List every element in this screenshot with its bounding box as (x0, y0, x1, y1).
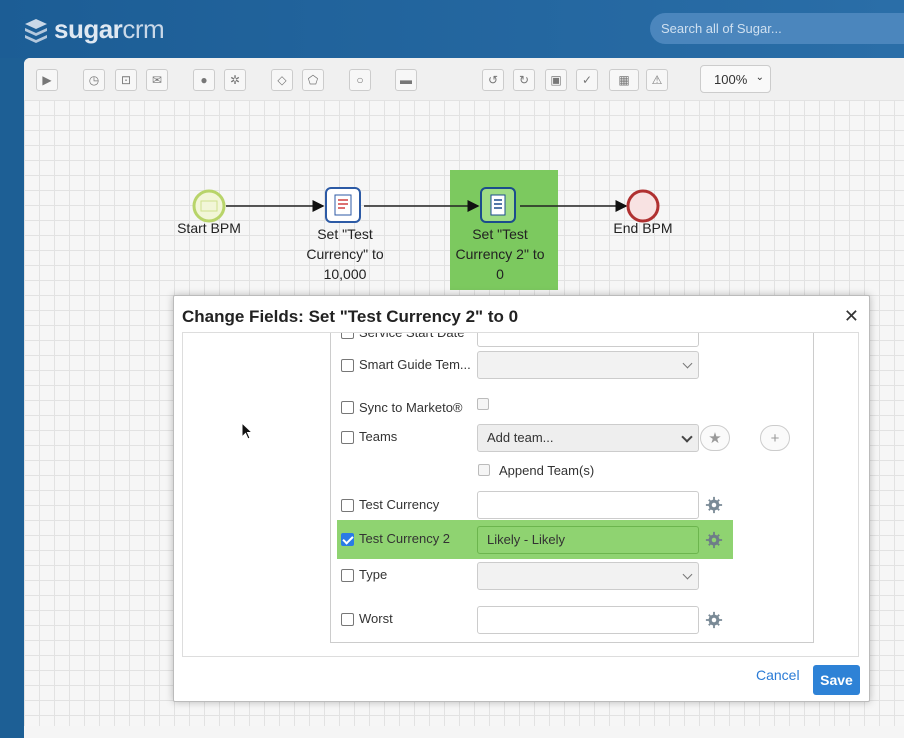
type-checkbox[interactable] (341, 569, 354, 582)
worst-input[interactable] (477, 606, 699, 634)
field-row-service-start: Service Start Date (331, 332, 815, 347)
field-row-smart-guide: Smart Guide Tem... (331, 351, 815, 379)
gear-icon[interactable] (705, 496, 723, 514)
type-label: Type (359, 567, 388, 582)
sync-marketo-value-checkbox[interactable] (477, 398, 489, 410)
task1-label-line3: 10,000 (323, 266, 367, 282)
end-event-label: End BPM (613, 220, 673, 236)
task2-label-line1: Set "Test (472, 226, 528, 242)
sync-marketo-checkbox[interactable] (341, 401, 354, 414)
task2-label: Set "Test Currency 2" to 0 (445, 224, 555, 284)
task1-label: Set "Test Currency" to 10,000 (290, 224, 400, 284)
test-currency-input[interactable] (477, 491, 699, 519)
fields-form[interactable]: Service Start Date Smart Guide Tem... Sy… (330, 332, 815, 643)
task1-label-line1: Set "Test (317, 226, 373, 242)
chevron-down-icon (682, 358, 693, 369)
task2-label-line2: Currency 2" to (455, 246, 545, 262)
field-row-teams: Teams Add team... ★ + (331, 423, 815, 453)
field-row-worst: Worst (331, 606, 815, 634)
sync-marketo-label: Sync to Marketo® (359, 400, 463, 415)
append-teams-label: Append Team(s) (499, 463, 595, 478)
gear-icon[interactable] (705, 531, 723, 549)
close-icon[interactable]: ✕ (844, 306, 859, 327)
change-field-task-2-icon[interactable] (480, 187, 516, 223)
teams-checkbox[interactable] (341, 431, 354, 444)
change-fields-modal: Change Fields: Set "Test Currency 2" to … (173, 295, 870, 702)
add-team-button[interactable]: + (760, 425, 790, 451)
field-row-type: Type (331, 562, 815, 590)
smart-guide-label: Smart Guide Tem... (359, 357, 471, 372)
test-currency-2-input[interactable]: Likely - Likely (477, 526, 699, 554)
smart-guide-checkbox[interactable] (341, 359, 354, 372)
test-currency-2-label: Test Currency 2 (359, 531, 451, 546)
save-button[interactable]: Save (813, 665, 860, 695)
teams-select[interactable]: Add team... (477, 424, 699, 452)
chevron-down-icon (681, 431, 693, 443)
test-currency-checkbox[interactable] (341, 499, 354, 512)
field-row-sync-marketo: Sync to Marketo® (331, 395, 815, 419)
cancel-button[interactable]: Cancel (756, 667, 800, 683)
test-currency-label: Test Currency (359, 497, 440, 512)
type-select[interactable] (477, 562, 699, 590)
modal-body[interactable]: Service Start Date Smart Guide Tem... Sy… (182, 332, 859, 657)
primary-team-star-icon[interactable]: ★ (700, 425, 730, 451)
field-row-append-teams: Append Team(s) (331, 461, 815, 481)
task2-label-line3: 0 (496, 266, 504, 282)
field-row-test-currency-2: Test Currency 2 Likely - Likely (331, 526, 815, 554)
start-event-label: Start BPM (177, 220, 241, 236)
teams-label: Teams (359, 429, 398, 444)
modal-title: Change Fields: Set "Test Currency 2" to … (182, 307, 519, 326)
task1-label-line2: Currency" to (306, 246, 384, 262)
mouse-cursor-icon (241, 422, 254, 440)
test-currency-2-checkbox[interactable] (341, 533, 354, 546)
end-event-icon[interactable] (626, 189, 660, 223)
worst-label: Worst (359, 611, 393, 626)
smart-guide-select[interactable] (477, 351, 699, 379)
change-field-task-1-icon[interactable] (325, 187, 361, 223)
service-start-input[interactable] (477, 333, 699, 347)
chevron-down-icon (682, 569, 693, 580)
worst-checkbox[interactable] (341, 613, 354, 626)
service-start-checkbox[interactable] (341, 333, 354, 339)
teams-placeholder: Add team... (487, 430, 554, 445)
service-start-label: Service Start Date (359, 332, 465, 340)
gear-icon[interactable] (705, 611, 723, 629)
append-teams-checkbox[interactable] (478, 464, 490, 476)
start-event-icon[interactable] (192, 189, 226, 223)
field-row-test-currency: Test Currency (331, 491, 815, 519)
